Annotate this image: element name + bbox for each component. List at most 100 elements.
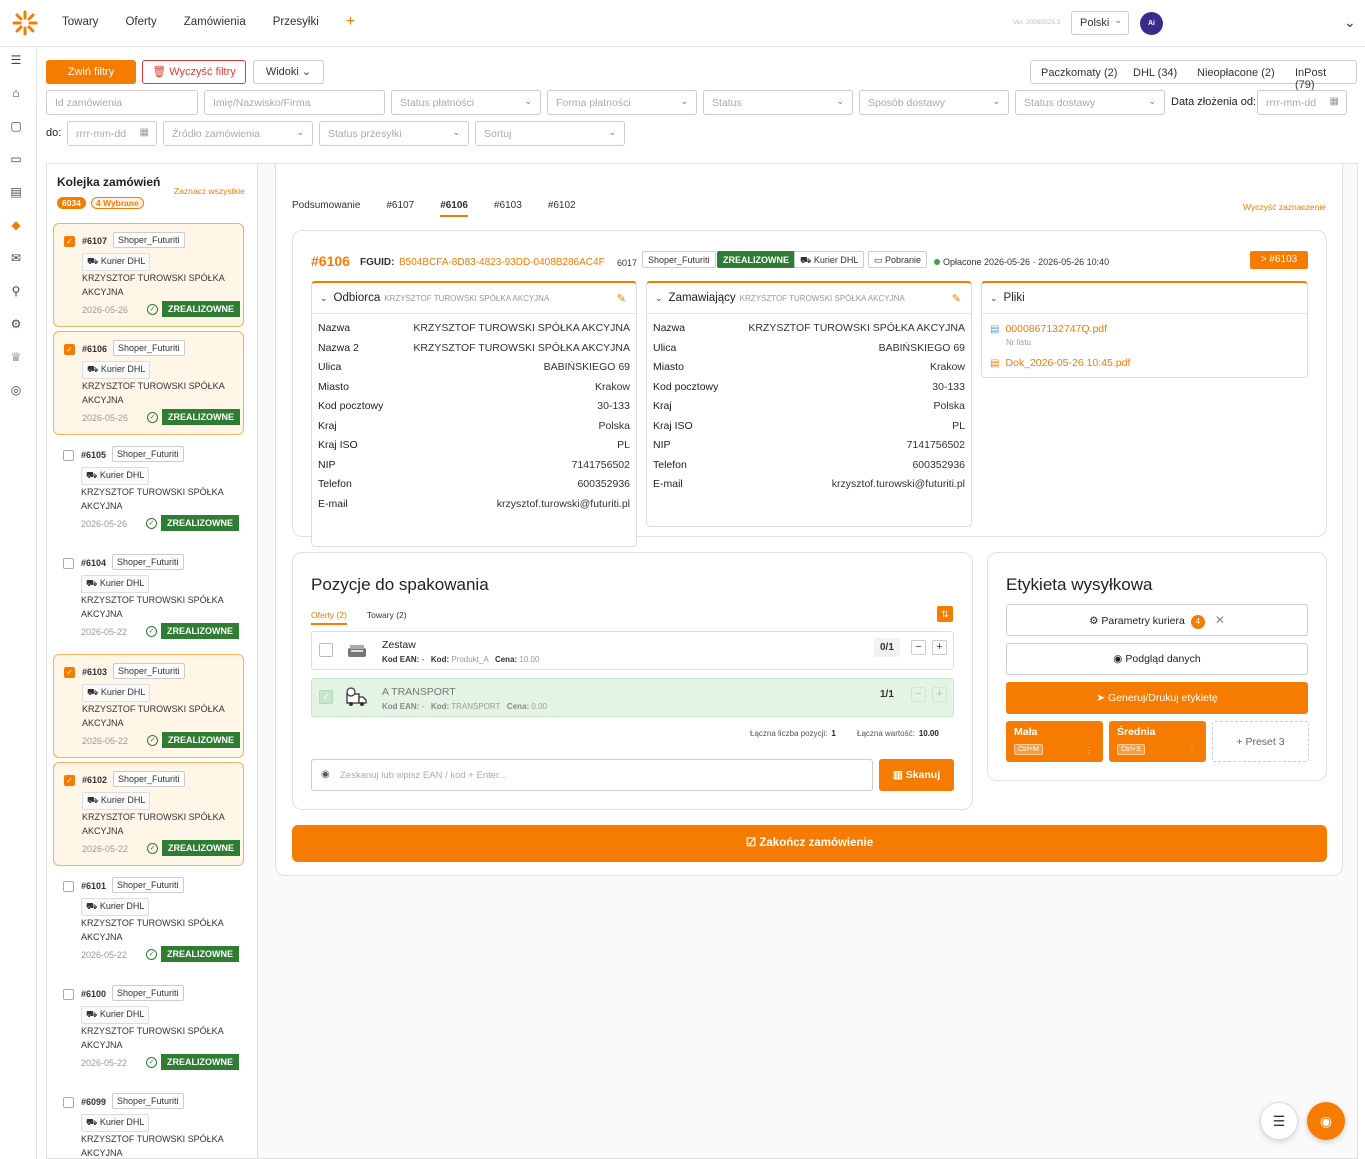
clear-filters-button[interactable]: 🗑 Wyczyść filtry — [142, 60, 246, 84]
pack-item-checkbox[interactable] — [319, 643, 333, 657]
scan-button[interactable]: ▥ Skanuj — [879, 759, 954, 791]
menu-fab[interactable]: ☰ — [1260, 1102, 1298, 1140]
delivery-method-select[interactable]: Sposób dostawy ⌄ — [859, 90, 1009, 115]
more-icon[interactable]: ⋮ — [1188, 746, 1196, 755]
nav-przesylki[interactable]: Przesyłki — [273, 16, 319, 31]
pack-item-checkbox[interactable]: ✓ — [319, 690, 333, 704]
views-dropdown[interactable]: Widoki ⌄ — [253, 60, 324, 84]
app-logo[interactable] — [12, 10, 38, 36]
preset-small-button[interactable]: Mała Ctrl+M ⋮ — [1006, 721, 1103, 762]
status-select[interactable]: Status ⌄ — [703, 90, 853, 115]
queue-item-checkbox[interactable]: ✓ — [64, 774, 75, 786]
nav-add-icon[interactable]: + — [346, 13, 355, 31]
queue-item[interactable]: ✓ #6107 Shoper_Futuriti ⛟ Kurier DHL KRZYSZT… — [53, 223, 244, 327]
payment-form-select[interactable]: Forma płatności ⌄ — [547, 90, 697, 115]
views-label: Widoki — [265, 66, 299, 78]
finish-order-button[interactable]: ☑ Zakończ zamówienie — [292, 825, 1327, 862]
quick-filter-nieoplacone[interactable]: Nieopłacone (2) — [1187, 60, 1286, 84]
more-icon[interactable]: ⋮ — [1085, 746, 1093, 755]
tab-6106[interactable]: #6106 — [440, 200, 468, 217]
edit-icon[interactable]: ✎ — [617, 292, 626, 305]
gear-icon[interactable]: ⚙ — [9, 317, 23, 331]
nav-zamowienia[interactable]: Zamówienia — [184, 16, 246, 31]
support-icon[interactable]: ◎ — [9, 383, 23, 397]
home-icon[interactable]: ⌂ — [9, 86, 23, 100]
quick-filter-dhl[interactable]: DHL (34) — [1123, 60, 1189, 84]
collapse-filters-button[interactable]: Zwiń filtry — [46, 60, 136, 84]
sort-icon[interactable]: ⇅ — [937, 606, 953, 622]
camera-fab[interactable]: ◉ — [1307, 1102, 1345, 1140]
name-input[interactable]: Imię/Nazwisko/Firma — [204, 90, 385, 115]
folder-icon[interactable]: ▭ — [9, 152, 23, 166]
tab-6107[interactable]: #6107 — [386, 200, 414, 217]
detail-key: E-mail — [653, 478, 683, 490]
scan-input[interactable]: ◉ Zeskanuj lub wpisz EAN / kod + Enter... — [311, 759, 873, 791]
queue-item[interactable]: ✓ #6106 Shoper_Futuriti ⛟ Kurier DHL KRZYSZT… — [53, 330, 244, 435]
packages-icon[interactable]: ◆ — [9, 218, 23, 232]
files-header[interactable]: ⌄ Pliki — [990, 292, 1025, 304]
queue-item-checkbox[interactable] — [63, 1096, 74, 1108]
queue-item[interactable]: ✓ #6102 Shoper_Futuriti ⛟ Kurier DHL KRZYSZT… — [53, 761, 244, 866]
queue-item-checkbox[interactable]: ✓ — [64, 236, 75, 247]
order-id-input[interactable]: Id zamówienia — [46, 90, 198, 115]
qty-increase-button[interactable]: + — [932, 640, 947, 655]
queue-item[interactable]: #6099 Shoper_Futuriti ⛟ Kurier DHL KRZYSZTO… — [53, 1085, 244, 1158]
queue-item[interactable]: #6105 Shoper_Futuriti ⛟ Kurier DHL KRZYSZTO… — [53, 438, 244, 542]
add-preset-button[interactable]: + Preset 3 — [1212, 721, 1309, 762]
bag-icon[interactable]: ▢ — [9, 119, 23, 133]
link-icon[interactable]: ⚲ — [9, 284, 23, 298]
crown-icon[interactable]: ♕ — [9, 350, 23, 364]
detail-key: Telefon — [653, 458, 687, 471]
quick-filter-paczkomaty[interactable]: Paczkomaty (2) — [1030, 60, 1129, 84]
tab-offers[interactable]: Oferty (2) — [311, 610, 347, 625]
queue-item-checkbox[interactable]: ✓ — [64, 666, 75, 678]
queue-item-checkbox[interactable]: ✓ — [64, 343, 75, 355]
fguid-value[interactable]: B504BCFA-8D83-4823-93DD-0408B286AC4F — [399, 257, 605, 268]
file-link[interactable]: ▤ 0000867132747Q.pdf — [990, 323, 1107, 335]
preview-data-button[interactable]: ◉ Podgląd danych — [1006, 643, 1308, 675]
qty-decrease-button[interactable]: − — [911, 640, 926, 655]
queue-item-checkbox[interactable] — [63, 881, 74, 893]
queue-item-checkbox[interactable] — [63, 450, 74, 462]
date-to-input[interactable]: rrrr-mm-dd ▦ — [67, 121, 157, 146]
generate-label-button[interactable]: ➤ Generuj/Drukuj etykietę — [1006, 682, 1308, 714]
tab-6102[interactable]: #6102 — [548, 200, 576, 217]
delivery-status-select[interactable]: Status dostawy ⌄ — [1015, 90, 1165, 115]
queue-item[interactable]: #6104 Shoper_Futuriti ⛟ Kurier DHL KRZYSZTO… — [53, 546, 244, 650]
source-select[interactable]: Źródło zamówienia ⌄ — [163, 121, 313, 146]
camera-icon: ◉ — [1319, 1113, 1333, 1129]
next-order-button[interactable]: > #6103 — [1250, 251, 1308, 269]
queue-item[interactable]: #6101 Shoper_Futuriti ⛟ Kurier DHL KRZYSZTO… — [53, 869, 244, 973]
tab-goods[interactable]: Towary (2) — [367, 610, 407, 625]
qty-decrease-button[interactable]: − — [911, 687, 926, 702]
shipment-status-select[interactable]: Status przesyłki ⌄ — [319, 121, 469, 146]
date-from-input[interactable]: rrrr-mm-dd ▦ — [1257, 90, 1347, 115]
clear-selection-link[interactable]: Wyczyść zaznaczenie — [1243, 202, 1326, 212]
tab-6103[interactable]: #6103 — [494, 200, 522, 217]
avatar[interactable]: Ai — [1140, 12, 1163, 35]
nav-oferty[interactable]: Oferty — [125, 16, 156, 31]
menu-toggle-icon[interactable]: ☰ — [9, 53, 23, 67]
sort-select[interactable]: Sortuj ⌄ — [475, 121, 625, 146]
quick-filter-inpost[interactable]: InPost (79) — [1285, 60, 1357, 91]
nav-towary[interactable]: Towary — [62, 16, 98, 31]
edit-icon[interactable]: ✎ — [952, 292, 961, 305]
document-icon[interactable]: ▤ — [9, 185, 23, 199]
mail-icon[interactable]: ✉ — [9, 251, 23, 265]
chevron-down-icon[interactable]: ⌄ — [1344, 14, 1356, 31]
courier-params-button[interactable]: ⚙ Parametry kuriera 4 ✕ — [1006, 604, 1308, 636]
payment-status-select[interactable]: Status płatności ⌄ — [391, 90, 541, 115]
language-select[interactable]: Polski ⌄ — [1071, 11, 1129, 35]
queue-item-checkbox[interactable] — [63, 558, 74, 570]
queue-item[interactable]: ✓ #6103 Shoper_Futuriti ⛟ Kurier DHL KRZYSZT… — [53, 653, 244, 758]
queue-item[interactable]: #6100 Shoper_Futuriti ⛟ Kurier DHL KRZYSZTO… — [53, 977, 244, 1081]
select-all-link[interactable]: Zaznacz wszystkie — [174, 186, 245, 196]
buyer-header[interactable]: ⌄ Zamawiający KRZYSZTOF TUROWSKI SPÓŁKA AK… — [655, 292, 905, 304]
qty-increase-button[interactable]: + — [932, 687, 947, 702]
queue-item-checkbox[interactable] — [63, 988, 74, 1000]
file-link[interactable]: ▤ Dok_2026-05-26 10:45.pdf — [990, 357, 1130, 369]
tab-summary[interactable]: Podsumowanie — [292, 200, 360, 217]
preset-medium-button[interactable]: Średnia Ctrl+S ⋮ — [1109, 721, 1206, 762]
recipient-header[interactable]: ⌄ Odbiorca KRZYSZTOF TUROWSKI SPÓŁKA AKCYJ… — [320, 292, 549, 304]
close-icon[interactable]: ✕ — [1215, 613, 1225, 627]
